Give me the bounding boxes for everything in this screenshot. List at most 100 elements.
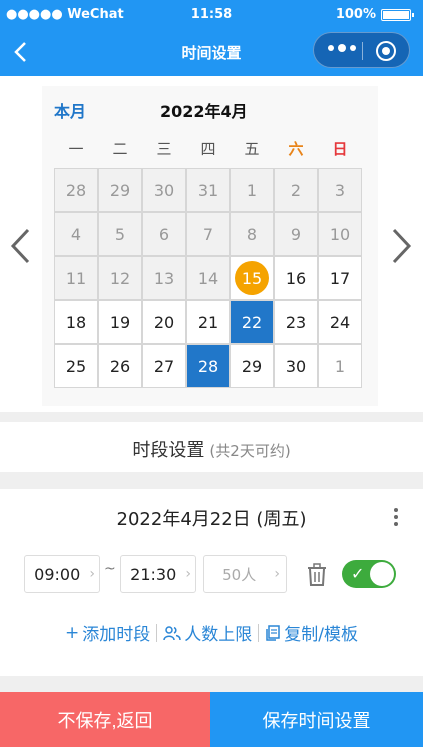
calendar-day[interactable]: 20 [142, 300, 186, 344]
calendar-day-number: 21 [197, 312, 219, 332]
calendar-day[interactable]: 18 [54, 300, 98, 344]
calendar-day[interactable]: 16 [274, 256, 318, 300]
next-month-icon[interactable] [386, 226, 416, 266]
calendar-day: 29 [98, 168, 142, 212]
capsule-divider [362, 42, 363, 60]
mini-program-capsule [313, 32, 410, 68]
close-miniprogram-icon[interactable] [376, 41, 396, 61]
add-slot-label: 添加时段 [82, 625, 151, 645]
calendar-day: 9 [274, 212, 318, 256]
calendar-day[interactable]: 25 [54, 344, 98, 388]
end-time-value: 21:30 [130, 564, 177, 584]
calendar-day[interactable]: 17 [318, 256, 362, 300]
calendar-day-number: 4 [70, 224, 82, 244]
calendar-day-number: 28 [65, 180, 87, 200]
status-bar: ●●●●● WeChat 11:58 100% [0, 0, 423, 28]
calendar-day-number: 31 [197, 180, 219, 200]
slot-actions: + 添加时段 人数上限 复制/模板 [0, 620, 423, 646]
battery-percent: 100% [335, 7, 376, 22]
calendar-day-number: 1 [334, 356, 346, 376]
calendar-day[interactable]: 24 [318, 300, 362, 344]
weekday-label: 五 [244, 140, 260, 158]
people-limit-button[interactable]: 人数上限 [163, 620, 252, 645]
calendar-day-number: 29 [241, 356, 263, 376]
trash-icon[interactable] [306, 563, 328, 587]
save-button[interactable]: 保存时间设置 [210, 692, 423, 747]
calendar-grid: 本月 2022年4月 一二三四五六日 28 29 30 31 1 2 3 4 5 6 7 8 9 10 11 1… [42, 86, 378, 406]
range-separator: ~ [104, 561, 116, 577]
calendar-day[interactable]: 27 [142, 344, 186, 388]
calendar-day[interactable]: 23 [274, 300, 318, 344]
calendar-day-number: 1 [246, 180, 258, 200]
calendar-day-number: 26 [109, 356, 131, 376]
calendar-day: 8 [230, 212, 274, 256]
weekday-label: 四 [200, 140, 216, 158]
add-slot-button[interactable]: + 添加时段 [65, 620, 151, 646]
calendar-day-number: 6 [158, 224, 170, 244]
calendar-day-number: 16 [285, 268, 307, 288]
copy-template-button[interactable]: 复制/模板 [265, 620, 358, 645]
calendar-day: 11 [54, 256, 98, 300]
calendar-day[interactable]: 19 [98, 300, 142, 344]
prev-month-icon[interactable] [6, 226, 36, 266]
more-vertical-icon[interactable] [393, 508, 399, 526]
calendar-day: 7 [186, 212, 230, 256]
calendar-day-number: 5 [114, 224, 126, 244]
copy-template-label: 复制/模板 [284, 625, 358, 645]
calendar-day-number: 17 [329, 268, 351, 288]
calendar-day-number: 13 [153, 268, 175, 288]
calendar-day-number: 23 [285, 312, 307, 332]
calendar-day[interactable]: 21 [186, 300, 230, 344]
people-limit-value: 50人 [222, 565, 257, 584]
calendar-day: 12 [98, 256, 142, 300]
calendar-day: 31 [186, 168, 230, 212]
calendar-day: 4 [54, 212, 98, 256]
check-icon: ✓ [351, 564, 365, 583]
calendar-day[interactable]: 26 [98, 344, 142, 388]
calendar-day: 28 [54, 168, 98, 212]
calendar-day-number: 7 [202, 224, 214, 244]
slot-card: 2022年4月22日 (周五) 09:00 › ~ 21:30 › 50人 › … [0, 489, 423, 676]
calendar-day[interactable]: 28 [186, 344, 230, 388]
calendar-day-number: 22 [241, 312, 263, 332]
calendar-day-number: 25 [65, 356, 87, 376]
slot-subtitle: (共2天可约) [209, 442, 291, 460]
toggle-knob [370, 562, 394, 586]
calendar-day[interactable]: 30 [274, 344, 318, 388]
calendar-day-number: 29 [109, 180, 131, 200]
calendar-day-number: 20 [153, 312, 175, 332]
weekday-label: 三 [156, 140, 172, 158]
copy-icon [266, 624, 280, 641]
calendar-day-number: 12 [109, 268, 131, 288]
weekday-label: 日 [332, 140, 348, 158]
slot-header: 时段设置 (共2天可约) [0, 422, 423, 472]
cancel-button[interactable]: 不保存,返回 [0, 692, 210, 747]
calendar-day-number: 8 [246, 224, 258, 244]
users-icon [163, 625, 181, 640]
calendar-day: 14 [186, 256, 230, 300]
calendar-day: 3 [318, 168, 362, 212]
calendar-day[interactable]: 29 [230, 344, 274, 388]
calendar-day: 5 [98, 212, 142, 256]
nav-bar: 时间设置 [0, 28, 423, 76]
battery-indicator: 100% [335, 7, 414, 22]
chevron-right-icon: › [185, 566, 191, 582]
action-divider [258, 623, 260, 642]
calendar-day[interactable]: 15 [230, 256, 274, 300]
calendar-day: 2 [274, 168, 318, 212]
this-month-button[interactable]: 本月 [54, 98, 86, 122]
calendar-day-number: 3 [334, 180, 346, 200]
end-time-picker[interactable]: 21:30 › [120, 555, 196, 593]
calendar-day-number: 19 [109, 312, 131, 332]
start-time-picker[interactable]: 09:00 › [24, 555, 100, 593]
calendar-day-number: 27 [153, 356, 175, 376]
calendar-day: 1 [230, 168, 274, 212]
calendar-day-number: 30 [285, 356, 307, 376]
people-limit-picker[interactable]: 50人 › [203, 555, 287, 593]
calendar-day[interactable]: 22 [230, 300, 274, 344]
weekday-label: 二 [112, 140, 128, 158]
more-menu-icon[interactable] [328, 44, 356, 52]
weekday-label: 一 [68, 140, 84, 158]
slot-enable-toggle[interactable]: ✓ [342, 560, 396, 588]
calendar-card: 本月 2022年4月 一二三四五六日 28 29 30 31 1 2 3 4 5 6 7 8 9 10 11 1… [0, 76, 423, 412]
